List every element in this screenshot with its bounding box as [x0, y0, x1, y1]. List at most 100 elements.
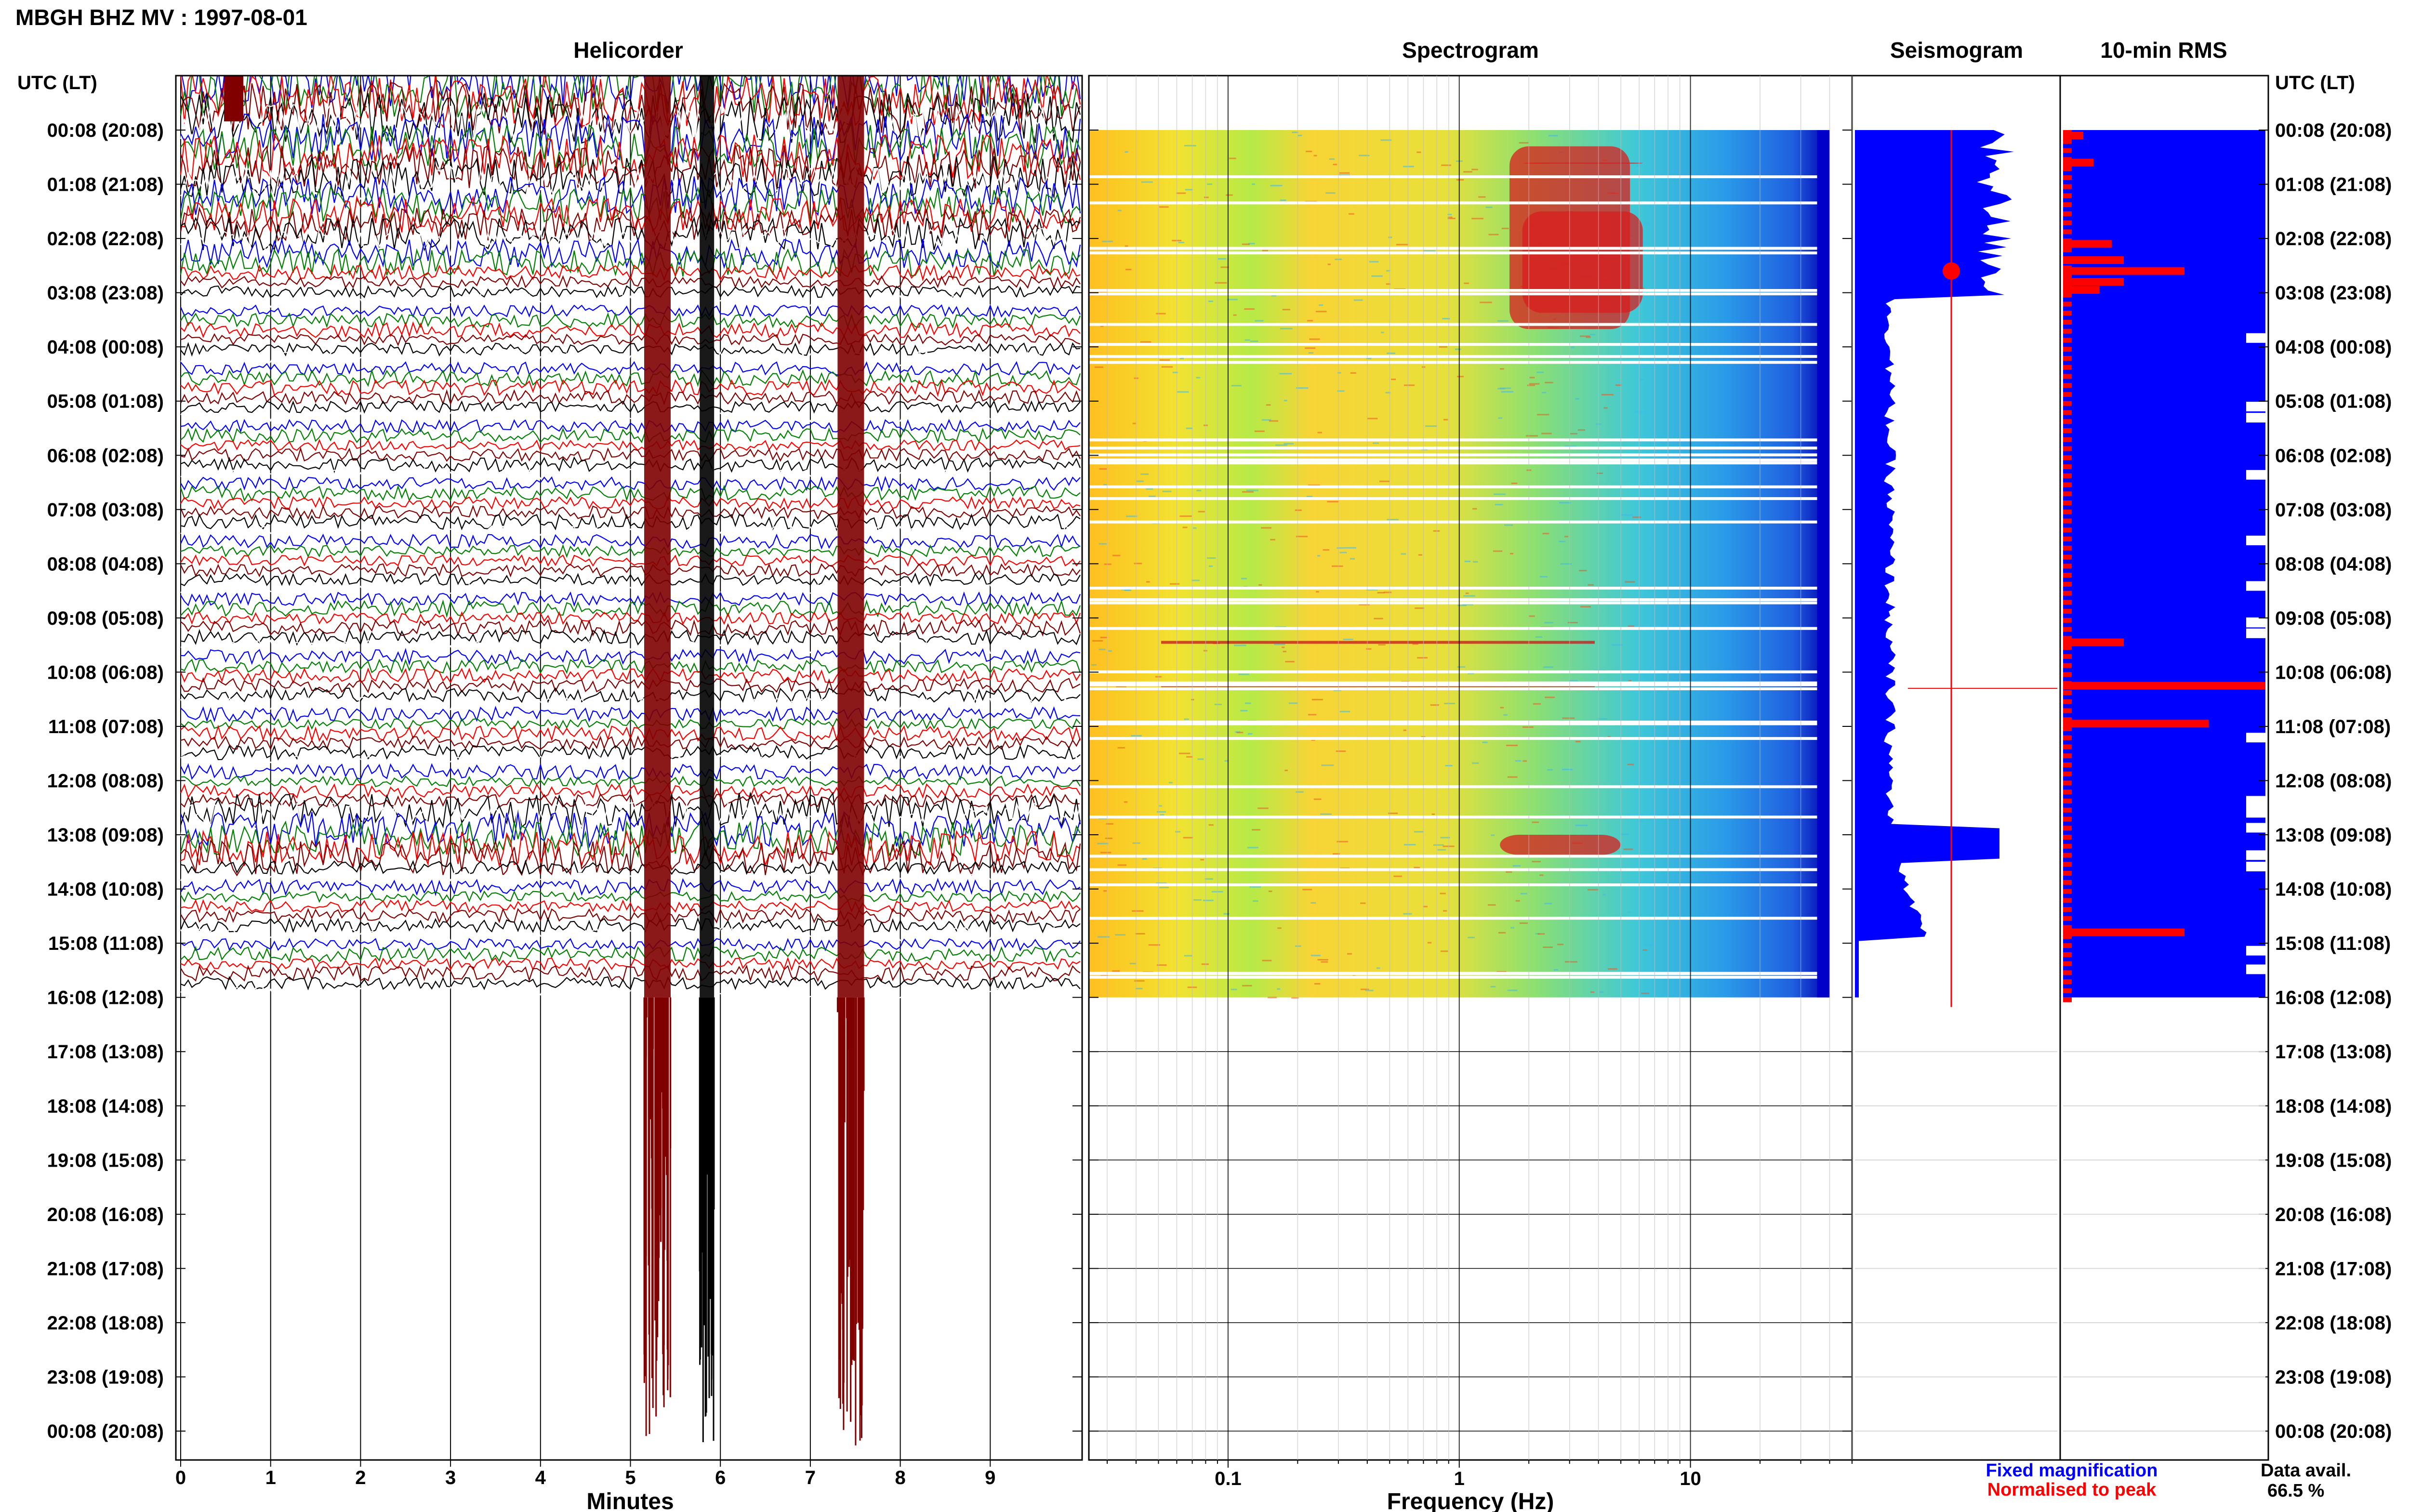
spectrogram-speckle — [1186, 756, 1193, 758]
time-tick-label-left: 05:08 (01:08) — [47, 391, 164, 412]
spectrogram-speckle — [1543, 947, 1553, 948]
helicorder-event-spike — [836, 997, 865, 1446]
spectrogram-speckle — [1246, 489, 1258, 491]
spectrogram-speckle — [1197, 758, 1204, 760]
rms-gap — [2246, 964, 2265, 974]
spectrogram-speckle — [1396, 244, 1408, 246]
spectrogram-speckle — [1515, 900, 1520, 902]
spectrogram-speckle — [1282, 309, 1290, 311]
rms-baseline-bar — [2063, 843, 2072, 849]
spectrogram-speckle — [1097, 936, 1110, 938]
spectrogram-speckle — [1569, 680, 1578, 682]
time-tick-label-left: 15:08 (11:08) — [48, 933, 164, 954]
spectrogram-speckle — [1218, 258, 1227, 260]
spectrogram-speckle — [1535, 636, 1543, 638]
rms-gap — [2246, 823, 2265, 833]
spectrogram-speckle — [1215, 282, 1227, 284]
spectrogram-speckle — [1639, 379, 1643, 381]
spectrogram-speckle — [1457, 376, 1464, 378]
spectrogram-speckle — [1543, 666, 1553, 668]
spectrogram-speckle — [1135, 933, 1145, 935]
spectrogram-speckle — [1642, 949, 1647, 951]
spectrogram-speckle — [1124, 801, 1128, 803]
time-tick-label-right: 01:08 (21:08) — [2275, 174, 2392, 196]
rms-gap — [2246, 413, 2265, 423]
spectrogram-speckle — [1177, 391, 1189, 393]
spectrogram-speckle — [1377, 592, 1385, 594]
spectrogram-speckle — [1542, 533, 1549, 535]
spectrogram-speckle — [1231, 988, 1237, 990]
spectrogram-speckle — [1208, 565, 1213, 567]
spectrogram-speckle — [1310, 902, 1316, 904]
spectrogram-speckle — [1317, 959, 1328, 960]
spectrogram-speckle — [1227, 299, 1238, 301]
spectrogram-speckle — [1141, 181, 1153, 183]
rms-bar — [2063, 267, 2184, 275]
rms-baseline-bar — [2063, 518, 2072, 524]
spectrogram-speckle — [1473, 561, 1478, 563]
rms-baseline-bar — [2063, 211, 2072, 216]
seismogram-title: Seismogram — [1890, 38, 2023, 63]
spectrogram-speckle — [1378, 644, 1386, 646]
time-tick-label-right: 12:08 (08:08) — [2275, 771, 2392, 792]
spectrogram-speckle — [1529, 377, 1535, 379]
rms-baseline-bar — [2063, 880, 2072, 885]
spectrogram-speckle — [1625, 581, 1635, 583]
spectrogram-speckle — [1528, 615, 1535, 617]
rms-baseline-bar — [2063, 175, 2072, 180]
spectrogram-speckle — [1506, 745, 1518, 747]
spectrogram-speckle — [1564, 536, 1569, 538]
spectrogram-speckle — [1315, 311, 1327, 313]
rms-baseline-bar — [2063, 564, 2072, 569]
rms-bar — [2063, 720, 2209, 728]
time-tick-label-left: 23:08 (19:08) — [47, 1367, 164, 1388]
spectrogram-speckle — [1284, 769, 1288, 771]
spectrogram-speckle — [1463, 595, 1475, 597]
spectrogram-speckle — [1339, 710, 1350, 712]
rms-baseline-bar — [2063, 762, 2072, 767]
spectrogram-speckle — [1537, 933, 1545, 935]
spectrogram-speckle — [1433, 844, 1444, 846]
time-tick-label-right: 21:08 (17:08) — [2275, 1258, 2392, 1279]
rms-baseline-bar — [2063, 509, 2072, 514]
time-tick-label-right: 11:08 (07:08) — [2275, 716, 2391, 737]
spectrogram-speckle — [1149, 495, 1156, 497]
spectrogram-speckle — [1507, 989, 1518, 991]
spectrogram-speckle — [1196, 489, 1202, 491]
spectrogram-speckle — [1588, 889, 1599, 891]
rms-baseline-bar — [2063, 419, 2072, 424]
spectrogram-speckle — [1308, 714, 1317, 716]
spectrogram-speckle — [1129, 962, 1137, 964]
spectrogram-speckle — [1359, 155, 1370, 157]
rms-gap — [2246, 796, 2265, 806]
spectrogram-speckle — [1317, 432, 1323, 434]
helicorder-x-label: Minutes — [586, 1489, 674, 1512]
spectrogram-speckle — [1099, 543, 1107, 545]
spectrogram-speckle — [1522, 726, 1534, 728]
spectrogram-speckle — [1403, 913, 1412, 915]
spectrogram-speckle — [1579, 570, 1587, 572]
spectrogram-speckle — [1414, 831, 1424, 833]
rms-baseline-bar — [2063, 654, 2072, 659]
helicorder-x-tick-label: 6 — [715, 1467, 726, 1488]
spectrogram-speckle — [1321, 764, 1334, 766]
spectrogram-speckle — [1313, 155, 1317, 157]
spectrogram-speckle — [1515, 760, 1522, 762]
spectrogram-speckle — [1532, 821, 1539, 823]
rms-baseline-bar — [2063, 862, 2072, 867]
spectrogram-speckle — [1343, 547, 1356, 549]
rms-baseline-bar — [2063, 907, 2072, 912]
helicorder-x-tick-label: 8 — [895, 1467, 905, 1488]
rms-baseline-bar — [2063, 618, 2072, 623]
rms-gap — [2246, 581, 2265, 591]
spectrogram-speckle — [1186, 427, 1193, 429]
spectrogram-speckle — [1319, 304, 1324, 306]
spectrogram-speckle — [1623, 848, 1633, 850]
helicorder-x-tick-label: 1 — [265, 1467, 276, 1488]
time-tick-label-left: 02:08 (22:08) — [47, 228, 164, 250]
spectrogram-speckle — [1512, 865, 1521, 867]
spectrogram-speckle — [1238, 673, 1249, 675]
helicorder-early-spike — [224, 76, 243, 121]
rms-baseline-bar — [2063, 355, 2072, 361]
rms-baseline-bar — [2063, 464, 2072, 470]
